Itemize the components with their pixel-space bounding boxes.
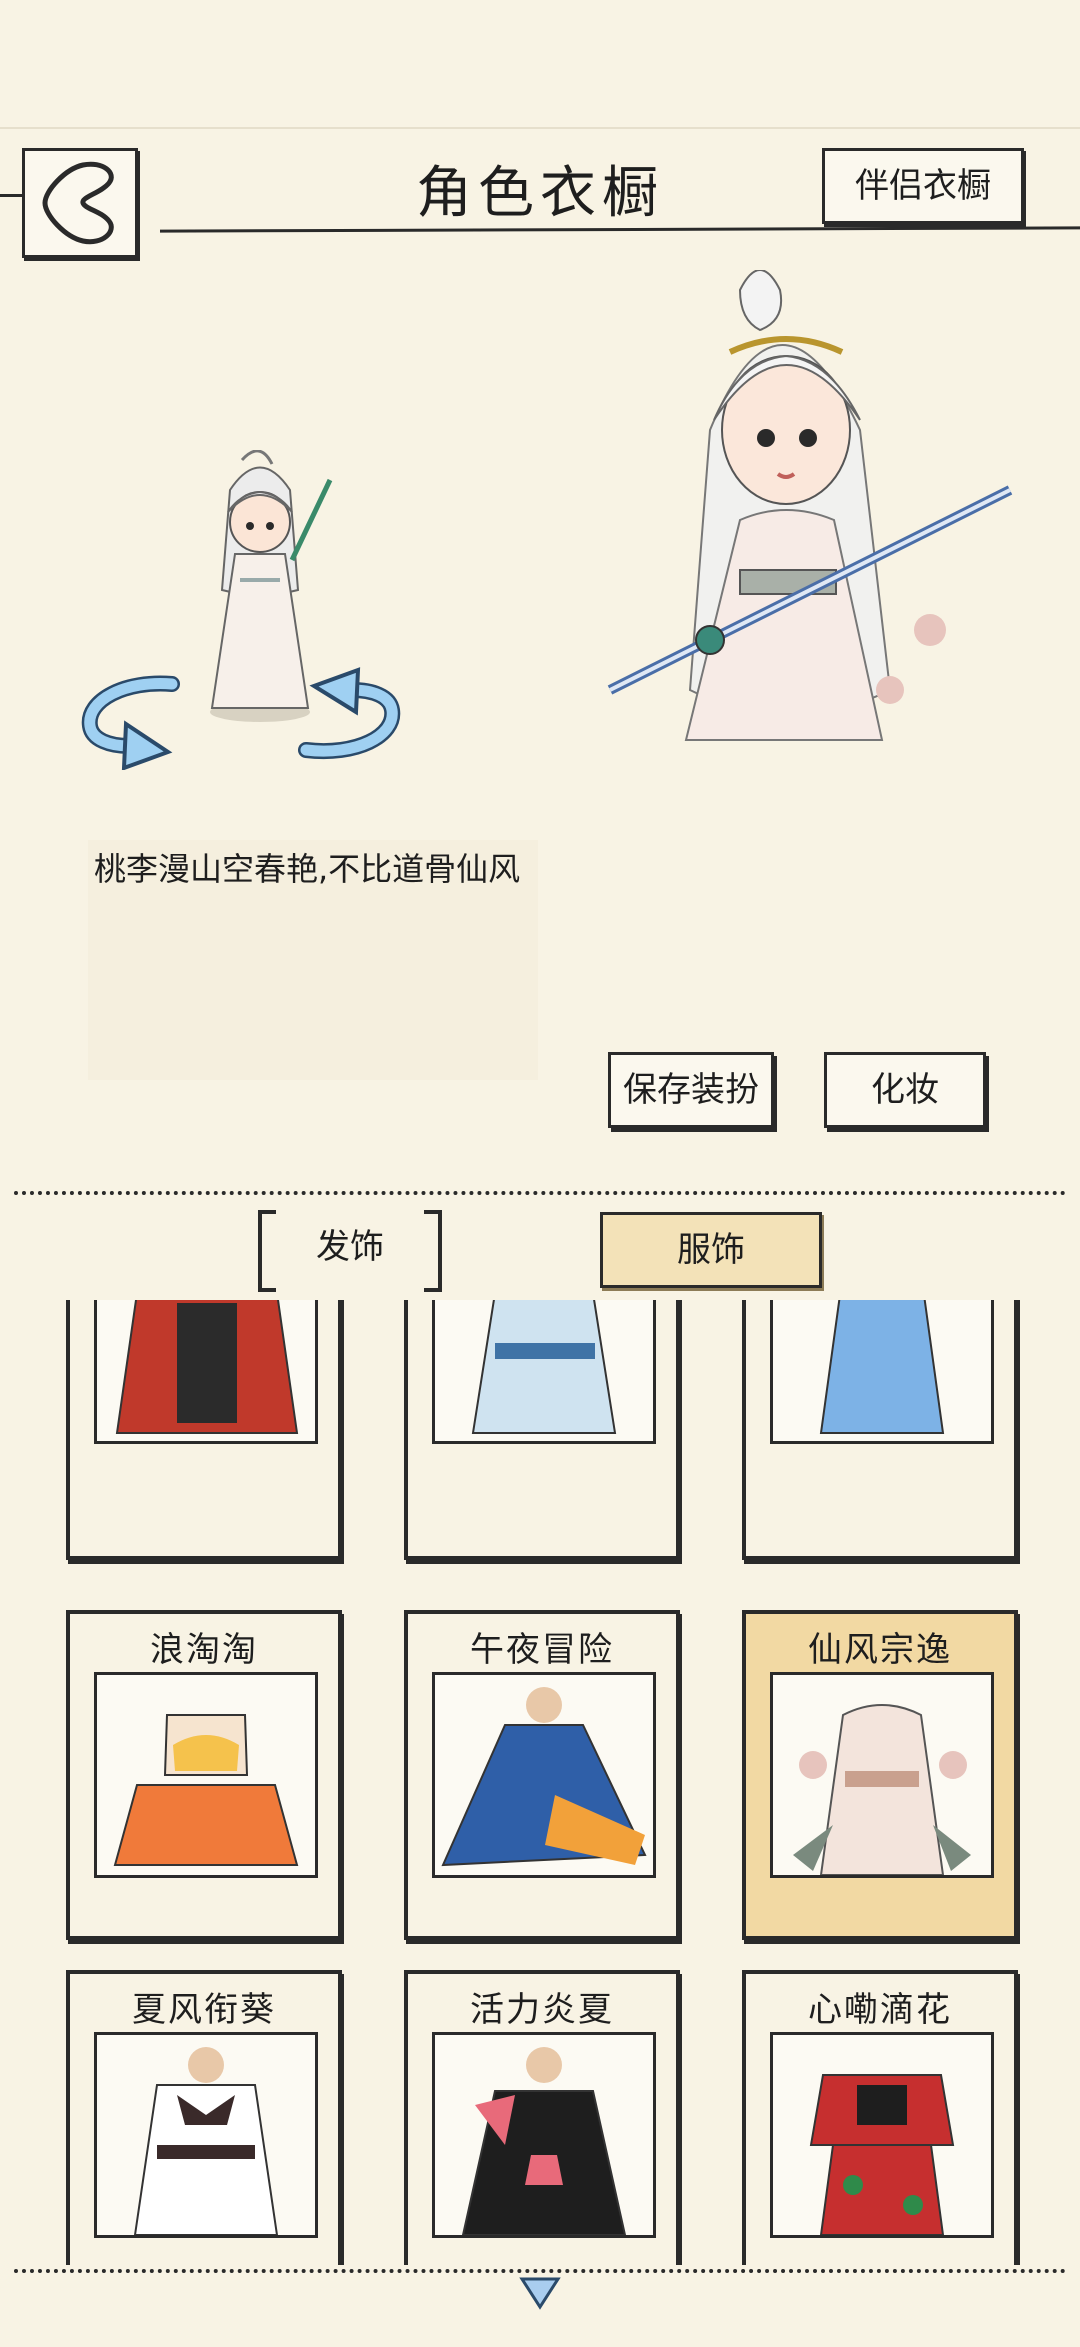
- bracket-right: [424, 1210, 442, 1292]
- outfit-thumbnail: [770, 2032, 994, 2238]
- scroll-down-triangle-icon[interactable]: [518, 2275, 562, 2311]
- outfit-card[interactable]: 心嘞滴花: [742, 1970, 1018, 2265]
- section-divider: [14, 1191, 1066, 1195]
- bracket-left: [258, 1210, 276, 1292]
- outfit-name: 活力炎夏: [470, 1990, 614, 2030]
- tab-clothing-label: 服饰: [677, 1230, 745, 1270]
- outfit-name: 心嘞滴花: [808, 1990, 952, 2030]
- page-title: 角色衣橱: [416, 161, 664, 226]
- outfit-card-selected[interactable]: 仙风宗逸: [742, 1610, 1018, 1940]
- companion-wardrobe-button[interactable]: 伴侣衣橱: [822, 148, 1024, 224]
- outfit-thumbnail: [94, 1300, 318, 1444]
- rotate-left-icon[interactable]: [76, 670, 196, 770]
- tab-hair-label: 发饰: [316, 1227, 384, 1267]
- outfit-thumbnail: [94, 1672, 318, 1878]
- back-chevron-icon: [42, 161, 114, 245]
- outfit-thumbnail: [432, 1300, 656, 1444]
- outfit-card[interactable]: [742, 1300, 1018, 1560]
- save-outfit-button[interactable]: 保存装扮: [608, 1052, 774, 1128]
- outfit-thumbnail: [770, 1300, 994, 1444]
- back-button[interactable]: [22, 148, 138, 258]
- outfit-name: 浪淘淘: [150, 1630, 258, 1670]
- header-rule-left: [0, 194, 24, 197]
- outfit-name: 夏风衔葵: [132, 1990, 276, 2030]
- outfit-thumbnail: [432, 2032, 656, 2238]
- outfit-card[interactable]: 夏风衔葵: [66, 1970, 342, 2265]
- outfit-card[interactable]: [404, 1300, 680, 1560]
- outfit-thumbnail: [770, 1672, 994, 1878]
- outfit-name: 午夜冒险: [470, 1630, 614, 1670]
- outfit-grid: 浪淘淘 午夜冒险 仙风宗逸 夏风衔葵 活力炎夏 心嘞滴花: [0, 1300, 1080, 2265]
- tab-hair-accessories[interactable]: 发饰: [258, 1210, 442, 1292]
- rotate-right-icon[interactable]: [296, 666, 406, 762]
- section-divider-bottom: [14, 2269, 1066, 2273]
- character-portrait: [607, 270, 1013, 741]
- outfit-name: 仙风宗逸: [808, 1630, 952, 1670]
- outfit-thumbnail: [432, 1672, 656, 1878]
- status-divider: [0, 127, 1080, 129]
- outfit-thumbnail: [94, 2032, 318, 2238]
- outfit-card[interactable]: 活力炎夏: [404, 1970, 680, 2265]
- outfit-card[interactable]: 浪淘淘: [66, 1610, 342, 1940]
- tab-clothing[interactable]: 服饰: [600, 1212, 822, 1288]
- outfit-card[interactable]: [66, 1300, 342, 1560]
- outfit-card[interactable]: 午夜冒险: [404, 1610, 680, 1940]
- outfit-description: 桃李漫山空春艳,不比道骨仙风: [94, 850, 521, 888]
- makeup-button[interactable]: 化妆: [824, 1052, 986, 1128]
